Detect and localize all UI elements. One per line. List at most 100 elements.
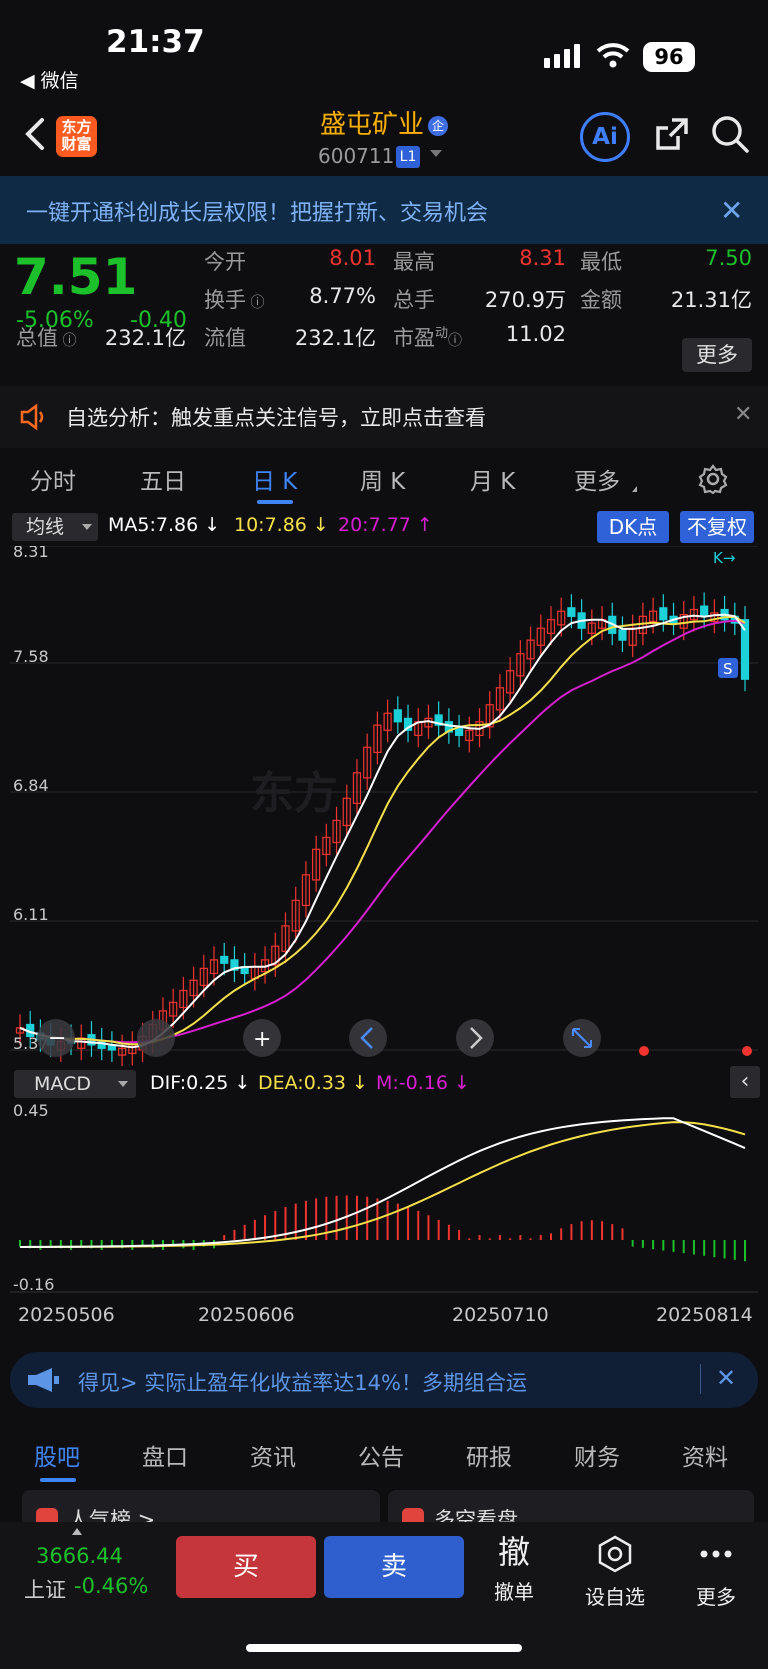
level-badge: L1	[396, 146, 420, 168]
axis-label: 6.11	[13, 905, 49, 924]
tab-news[interactable]: 资讯	[250, 1438, 296, 1472]
dif-value: DIF:0.25 ↓	[150, 1072, 251, 1094]
promo-text: 得见> 实际止盈年化收益率达14%！多期组合运	[78, 1371, 527, 1395]
more-button[interactable]: 更多	[676, 1534, 756, 1610]
turnover-value: 8.77%	[309, 284, 376, 308]
date-label: 20250710	[452, 1304, 549, 1326]
promo-ticker[interactable]: 得见> 实际止盈年化收益率达14%！多期组合运 ✕	[10, 1352, 758, 1408]
battery-indicator: 96	[643, 42, 695, 72]
search-icon[interactable]	[710, 114, 750, 154]
quote-panel: 7.51 -5.06% -0.40 总值 ⓘ 232.1亿 今开 8.01 最高…	[0, 244, 768, 384]
ai-assistant-button[interactable]: Ai	[580, 112, 630, 162]
divider	[700, 1364, 701, 1394]
dea-line	[20, 1121, 746, 1248]
ma10-line	[19, 615, 746, 1046]
tab-day-k[interactable]: 日 K	[252, 462, 297, 496]
collapse-panel-button[interactable]: ‹	[730, 1066, 760, 1098]
macd-axis-bottom: -0.16	[13, 1275, 54, 1294]
axis-label: 7.58	[13, 647, 49, 666]
minus-icon: −	[48, 1026, 66, 1051]
zoom-mid-button[interactable]	[137, 1019, 175, 1057]
total-mv-value: 232.1亿	[104, 326, 186, 350]
tab-guba[interactable]: 股吧	[34, 1438, 80, 1472]
more-quote-button[interactable]: 更多	[682, 338, 752, 372]
ma-select[interactable]: 均线	[12, 513, 98, 541]
speaker-icon	[20, 403, 44, 431]
buy-button[interactable]: 买	[176, 1536, 316, 1598]
low-label: 最低	[580, 250, 622, 274]
ma5-line	[19, 613, 746, 1049]
tab-intraday[interactable]: 分时	[30, 462, 76, 496]
cancel-order-button[interactable]: 撤 撤单	[474, 1534, 554, 1605]
tab-finance[interactable]: 财务	[574, 1438, 620, 1472]
dk-point-button[interactable]: DK点	[597, 511, 669, 543]
kline-chart[interactable]: 东方 8.31 7.58 6.84 6.11 5.37 K→ S − +	[10, 546, 758, 1066]
chevron-up-icon[interactable]	[72, 1528, 82, 1535]
index-change: -0.46%	[74, 1574, 149, 1598]
enterprise-badge: 企	[428, 115, 448, 136]
candle-body	[393, 709, 402, 723]
no-adjust-button[interactable]: 不复权	[680, 511, 754, 543]
max-marker: K→	[713, 549, 735, 567]
dif-line	[19, 1117, 746, 1248]
tab-pankou[interactable]: 盘口	[142, 1438, 188, 1472]
macd-indicator-row: MACD DIF:0.25 ↓ DEA:0.33 ↓ M:-0.16 ↓ ‹	[0, 1066, 768, 1102]
add-watchlist-button[interactable]: 设自选	[575, 1534, 655, 1610]
candle-body	[567, 607, 576, 617]
clock: 21:37	[106, 24, 205, 60]
tab-week-k[interactable]: 周 K	[360, 462, 405, 496]
m-value: M:-0.16 ↓	[376, 1072, 470, 1094]
sell-button[interactable]: 卖	[324, 1536, 464, 1598]
watermark: 东方	[250, 768, 338, 819]
tab-five-day[interactable]: 五日	[140, 462, 186, 496]
signal-icon	[544, 44, 580, 68]
tab-more[interactable]: 更多	[574, 462, 620, 496]
scroll-right-button[interactable]	[456, 1019, 494, 1057]
promo-banner[interactable]: 一键开通科创成长层权限！把握打新、交易机会 ✕	[0, 176, 768, 244]
close-icon[interactable]: ✕	[734, 402, 752, 427]
index-value[interactable]: 3666.44	[36, 1544, 123, 1568]
plus-icon: +	[253, 1027, 271, 1052]
index-name: 上证	[24, 1578, 66, 1602]
close-icon[interactable]: ✕	[716, 1364, 736, 1392]
back-to-app-link[interactable]: ◀ 微信	[20, 66, 79, 93]
share-icon[interactable]	[652, 114, 692, 154]
pe-value: 11.02	[505, 322, 566, 346]
stock-header: 东方 财富 盛屯矿业企 600711 L1 Ai	[0, 100, 768, 176]
ma-indicator-row: 均线 MA5:7.86 ↓ 10:7.86 ↓ 20:7.77 ↑ DK点 不复…	[0, 508, 768, 546]
analysis-strip[interactable]: 自选分析：触发重点关注信号，立即点击查看 ✕	[0, 386, 768, 448]
macd-chart[interactable]: 0.45 -0.16	[10, 1102, 758, 1294]
tab-month-k[interactable]: 月 K	[470, 462, 515, 496]
float-mv-value: 232.1亿	[294, 326, 376, 350]
tab-research[interactable]: 研报	[466, 1438, 512, 1472]
event-dot[interactable]	[742, 1046, 752, 1056]
date-label: 20250814	[656, 1304, 753, 1326]
ma10-value: 10:7.86 ↓	[234, 514, 329, 536]
wifi-icon	[596, 43, 630, 68]
candle-body	[659, 607, 668, 621]
amount-value: 21.31亿	[670, 288, 752, 312]
more-corner-icon	[632, 486, 637, 492]
pe-label: 市盈动ⓘ	[393, 326, 463, 350]
macd-select[interactable]: MACD	[14, 1070, 136, 1098]
date-label: 20250506	[18, 1304, 115, 1326]
total-mv-label: 总值 ⓘ	[16, 326, 77, 350]
event-dot[interactable]	[639, 1046, 649, 1056]
candle-body	[700, 605, 709, 617]
close-icon[interactable]: ✕	[720, 194, 743, 227]
candle-body	[454, 727, 464, 736]
ellipsis-icon	[700, 1550, 732, 1558]
current-price: 7.51	[14, 248, 138, 306]
tab-profile[interactable]: 资料	[682, 1438, 728, 1472]
chevron-down-icon[interactable]	[430, 150, 442, 157]
active-tab-indicator	[40, 1478, 76, 1482]
gear-icon[interactable]	[698, 464, 728, 494]
candle-body	[618, 629, 627, 641]
scroll-left-button[interactable]	[349, 1019, 387, 1057]
banner-text: 一键开通科创成长层权限！把握打新、交易机会	[26, 201, 489, 226]
content-tabs: 股吧 盘口 资讯 公告 研报 财务 资料	[0, 1420, 768, 1490]
cancel-icon: 撤	[497, 1533, 530, 1571]
float-mv-label: 流值	[204, 326, 246, 350]
candle-body	[220, 955, 229, 964]
tab-announcements[interactable]: 公告	[358, 1438, 404, 1472]
